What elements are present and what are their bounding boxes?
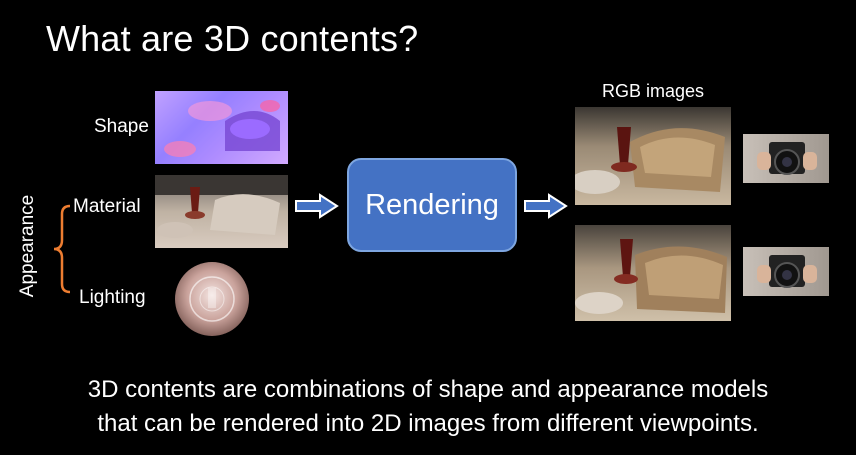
material-image xyxy=(155,175,288,248)
shape-normal-map-image xyxy=(155,91,288,164)
material-label: Material xyxy=(73,196,141,217)
lighting-sphere-image xyxy=(175,262,249,336)
caption-line-2: that can be rendered into 2D images from… xyxy=(97,410,759,437)
arrow-to-rendering xyxy=(295,193,339,219)
rgb-image-bottom xyxy=(575,225,731,321)
rgb-images-label: RGB images xyxy=(602,81,705,101)
rgb-image-top xyxy=(575,107,731,205)
caption-line-1: 3D contents are combinations of shape an… xyxy=(87,376,769,403)
rendering-box: Rendering xyxy=(347,158,517,252)
lighting-label: Lighting xyxy=(79,287,146,308)
slide-title: What are 3D contents? xyxy=(46,18,419,59)
camera-image-bottom xyxy=(743,247,829,296)
camera-image-top xyxy=(743,134,829,183)
arrow-to-rgb-images xyxy=(524,193,568,219)
shape-label: Shape xyxy=(94,116,149,137)
appearance-bracket xyxy=(53,204,71,294)
appearance-label: Appearance xyxy=(17,194,38,298)
